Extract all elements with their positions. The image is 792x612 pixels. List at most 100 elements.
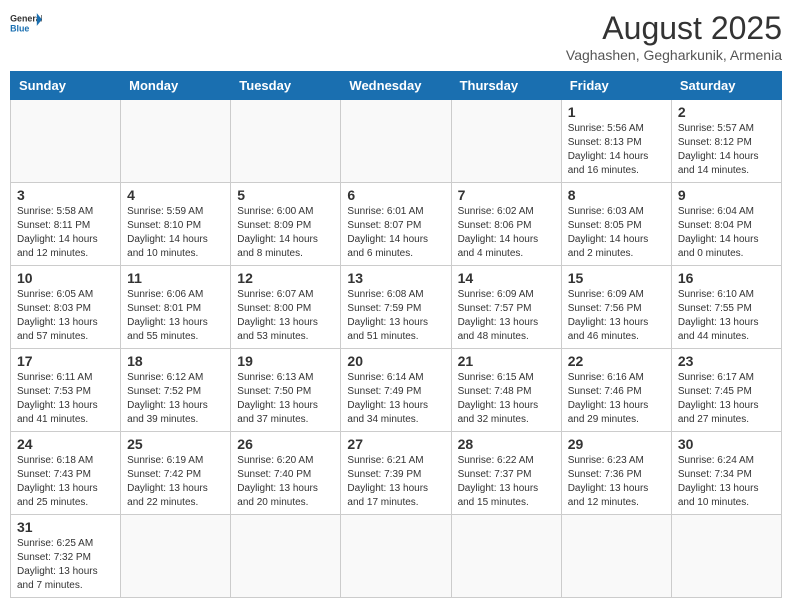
day-info: Sunrise: 6:03 AM Sunset: 8:05 PM Dayligh… <box>568 205 665 261</box>
day-number: 30 <box>678 436 775 452</box>
day-info: Sunrise: 6:17 AM Sunset: 7:45 PM Dayligh… <box>678 371 775 427</box>
calendar-day-cell: 27 Sunrise: 6:21 AM Sunset: 7:39 PM Dayli… <box>341 432 451 515</box>
calendar-week-row: 24Sunrise: 6:18 AM Sunset: 7:43 PM Dayli… <box>11 432 782 515</box>
day-number: 11 <box>127 270 224 286</box>
calendar-week-row: 3Sunrise: 5:58 AM Sunset: 8:11 PM Daylig… <box>11 183 782 266</box>
day-info: Sunrise: 6:18 AM Sunset: 7:43 PM Dayligh… <box>17 454 114 510</box>
day-number: 8 <box>568 187 665 203</box>
day-number: 3 <box>17 187 114 203</box>
day-info: Sunrise: 6:11 AM Sunset: 7:53 PM Dayligh… <box>17 371 114 427</box>
calendar-day-cell: 6 Sunrise: 6:01 AM Sunset: 8:07 PM Daylig… <box>341 183 451 266</box>
calendar-day-cell <box>341 100 451 183</box>
calendar-header-sunday: Sunday <box>11 72 121 100</box>
calendar-day-cell: 4Sunrise: 5:59 AM Sunset: 8:10 PM Daylig… <box>121 183 231 266</box>
day-info: Sunrise: 6:07 AM Sunset: 8:00 PM Dayligh… <box>237 288 334 344</box>
day-info: Sunrise: 6:14 AM Sunset: 7:49 PM Dayligh… <box>347 371 444 427</box>
day-info: Sunrise: 6:05 AM Sunset: 8:03 PM Dayligh… <box>17 288 114 344</box>
calendar-header-wednesday: Wednesday <box>341 72 451 100</box>
calendar-day-cell: 30 Sunrise: 6:24 AM Sunset: 7:34 PM Dayli… <box>671 432 781 515</box>
day-number: 2 <box>678 104 775 120</box>
calendar-day-cell: 31 Sunrise: 6:25 AM Sunset: 7:32 PM Dayli… <box>11 515 121 598</box>
day-info: Sunrise: 6:01 AM Sunset: 8:07 PM Dayligh… <box>347 205 444 261</box>
day-info: Sunrise: 6:06 AM Sunset: 8:01 PM Dayligh… <box>127 288 224 344</box>
day-number: 21 <box>458 353 555 369</box>
day-number: 5 <box>237 187 334 203</box>
calendar-day-cell: 3Sunrise: 5:58 AM Sunset: 8:11 PM Daylig… <box>11 183 121 266</box>
day-number: 16 <box>678 270 775 286</box>
calendar-header-monday: Monday <box>121 72 231 100</box>
calendar-week-row: 1Sunrise: 5:56 AM Sunset: 8:13 PM Daylig… <box>11 100 782 183</box>
day-number: 27 <box>347 436 444 452</box>
day-number: 29 <box>568 436 665 452</box>
calendar-day-cell: 1Sunrise: 5:56 AM Sunset: 8:13 PM Daylig… <box>561 100 671 183</box>
day-number: 31 <box>17 519 114 535</box>
day-number: 9 <box>678 187 775 203</box>
day-number: 20 <box>347 353 444 369</box>
day-number: 7 <box>458 187 555 203</box>
calendar-week-row: 31 Sunrise: 6:25 AM Sunset: 7:32 PM Dayli… <box>11 515 782 598</box>
day-info: Sunrise: 6:09 AM Sunset: 7:57 PM Dayligh… <box>458 288 555 344</box>
calendar-day-cell <box>231 515 341 598</box>
day-number: 12 <box>237 270 334 286</box>
day-info: Sunrise: 6:10 AM Sunset: 7:55 PM Dayligh… <box>678 288 775 344</box>
day-info: Sunrise: 6:19 AM Sunset: 7:42 PM Dayligh… <box>127 454 224 510</box>
calendar-day-cell: 13 Sunrise: 6:08 AM Sunset: 7:59 PM Dayli… <box>341 266 451 349</box>
calendar-header-saturday: Saturday <box>671 72 781 100</box>
day-number: 1 <box>568 104 665 120</box>
calendar-day-cell: 23 Sunrise: 6:17 AM Sunset: 7:45 PM Dayli… <box>671 349 781 432</box>
calendar-day-cell: 8 Sunrise: 6:03 AM Sunset: 8:05 PM Daylig… <box>561 183 671 266</box>
page-header: General Blue August 2025 Vaghashen, Gegh… <box>10 10 782 63</box>
day-info: Sunrise: 6:09 AM Sunset: 7:56 PM Dayligh… <box>568 288 665 344</box>
day-info: Sunrise: 6:22 AM Sunset: 7:37 PM Dayligh… <box>458 454 555 510</box>
calendar-table: SundayMondayTuesdayWednesdayThursdayFrid… <box>10 71 782 598</box>
day-info: Sunrise: 6:16 AM Sunset: 7:46 PM Dayligh… <box>568 371 665 427</box>
calendar-day-cell <box>231 100 341 183</box>
calendar-day-cell: 2 Sunrise: 5:57 AM Sunset: 8:12 PM Daylig… <box>671 100 781 183</box>
calendar-day-cell: 21 Sunrise: 6:15 AM Sunset: 7:48 PM Dayli… <box>451 349 561 432</box>
calendar-day-cell: 12 Sunrise: 6:07 AM Sunset: 8:00 PM Dayli… <box>231 266 341 349</box>
day-info: Sunrise: 6:20 AM Sunset: 7:40 PM Dayligh… <box>237 454 334 510</box>
calendar-day-cell: 7Sunrise: 6:02 AM Sunset: 8:06 PM Daylig… <box>451 183 561 266</box>
day-number: 23 <box>678 353 775 369</box>
location: Vaghashen, Gegharkunik, Armenia <box>566 47 782 63</box>
calendar-day-cell: 15 Sunrise: 6:09 AM Sunset: 7:56 PM Dayli… <box>561 266 671 349</box>
day-info: Sunrise: 6:24 AM Sunset: 7:34 PM Dayligh… <box>678 454 775 510</box>
calendar-header-thursday: Thursday <box>451 72 561 100</box>
day-number: 13 <box>347 270 444 286</box>
calendar-week-row: 10 Sunrise: 6:05 AM Sunset: 8:03 PM Dayli… <box>11 266 782 349</box>
title-section: August 2025 Vaghashen, Gegharkunik, Arme… <box>566 10 782 63</box>
calendar-day-cell <box>561 515 671 598</box>
month-title: August 2025 <box>566 10 782 47</box>
logo-icon: General Blue <box>10 10 42 38</box>
calendar-day-cell <box>121 100 231 183</box>
day-info: Sunrise: 6:13 AM Sunset: 7:50 PM Dayligh… <box>237 371 334 427</box>
day-number: 6 <box>347 187 444 203</box>
calendar-day-cell: 14Sunrise: 6:09 AM Sunset: 7:57 PM Dayli… <box>451 266 561 349</box>
day-number: 10 <box>17 270 114 286</box>
calendar-day-cell <box>451 515 561 598</box>
calendar-day-cell: 11 Sunrise: 6:06 AM Sunset: 8:01 PM Dayli… <box>121 266 231 349</box>
calendar-day-cell <box>671 515 781 598</box>
logo: General Blue <box>10 10 42 38</box>
day-number: 15 <box>568 270 665 286</box>
calendar-day-cell: 26 Sunrise: 6:20 AM Sunset: 7:40 PM Dayli… <box>231 432 341 515</box>
calendar-day-cell: 20 Sunrise: 6:14 AM Sunset: 7:49 PM Dayli… <box>341 349 451 432</box>
day-info: Sunrise: 5:57 AM Sunset: 8:12 PM Dayligh… <box>678 122 775 178</box>
day-info: Sunrise: 6:25 AM Sunset: 7:32 PM Dayligh… <box>17 537 114 593</box>
day-number: 22 <box>568 353 665 369</box>
day-info: Sunrise: 6:08 AM Sunset: 7:59 PM Dayligh… <box>347 288 444 344</box>
calendar-day-cell: 16 Sunrise: 6:10 AM Sunset: 7:55 PM Dayli… <box>671 266 781 349</box>
day-info: Sunrise: 6:21 AM Sunset: 7:39 PM Dayligh… <box>347 454 444 510</box>
calendar-header-friday: Friday <box>561 72 671 100</box>
day-info: Sunrise: 6:04 AM Sunset: 8:04 PM Dayligh… <box>678 205 775 261</box>
day-info: Sunrise: 6:15 AM Sunset: 7:48 PM Dayligh… <box>458 371 555 427</box>
day-number: 28 <box>458 436 555 452</box>
calendar-day-cell: 17Sunrise: 6:11 AM Sunset: 7:53 PM Dayli… <box>11 349 121 432</box>
day-number: 26 <box>237 436 334 452</box>
day-number: 4 <box>127 187 224 203</box>
calendar-day-cell: 5Sunrise: 6:00 AM Sunset: 8:09 PM Daylig… <box>231 183 341 266</box>
calendar-day-cell: 28 Sunrise: 6:22 AM Sunset: 7:37 PM Dayli… <box>451 432 561 515</box>
calendar-day-cell: 19Sunrise: 6:13 AM Sunset: 7:50 PM Dayli… <box>231 349 341 432</box>
calendar-day-cell: 9 Sunrise: 6:04 AM Sunset: 8:04 PM Daylig… <box>671 183 781 266</box>
calendar-day-cell: 29Sunrise: 6:23 AM Sunset: 7:36 PM Dayli… <box>561 432 671 515</box>
